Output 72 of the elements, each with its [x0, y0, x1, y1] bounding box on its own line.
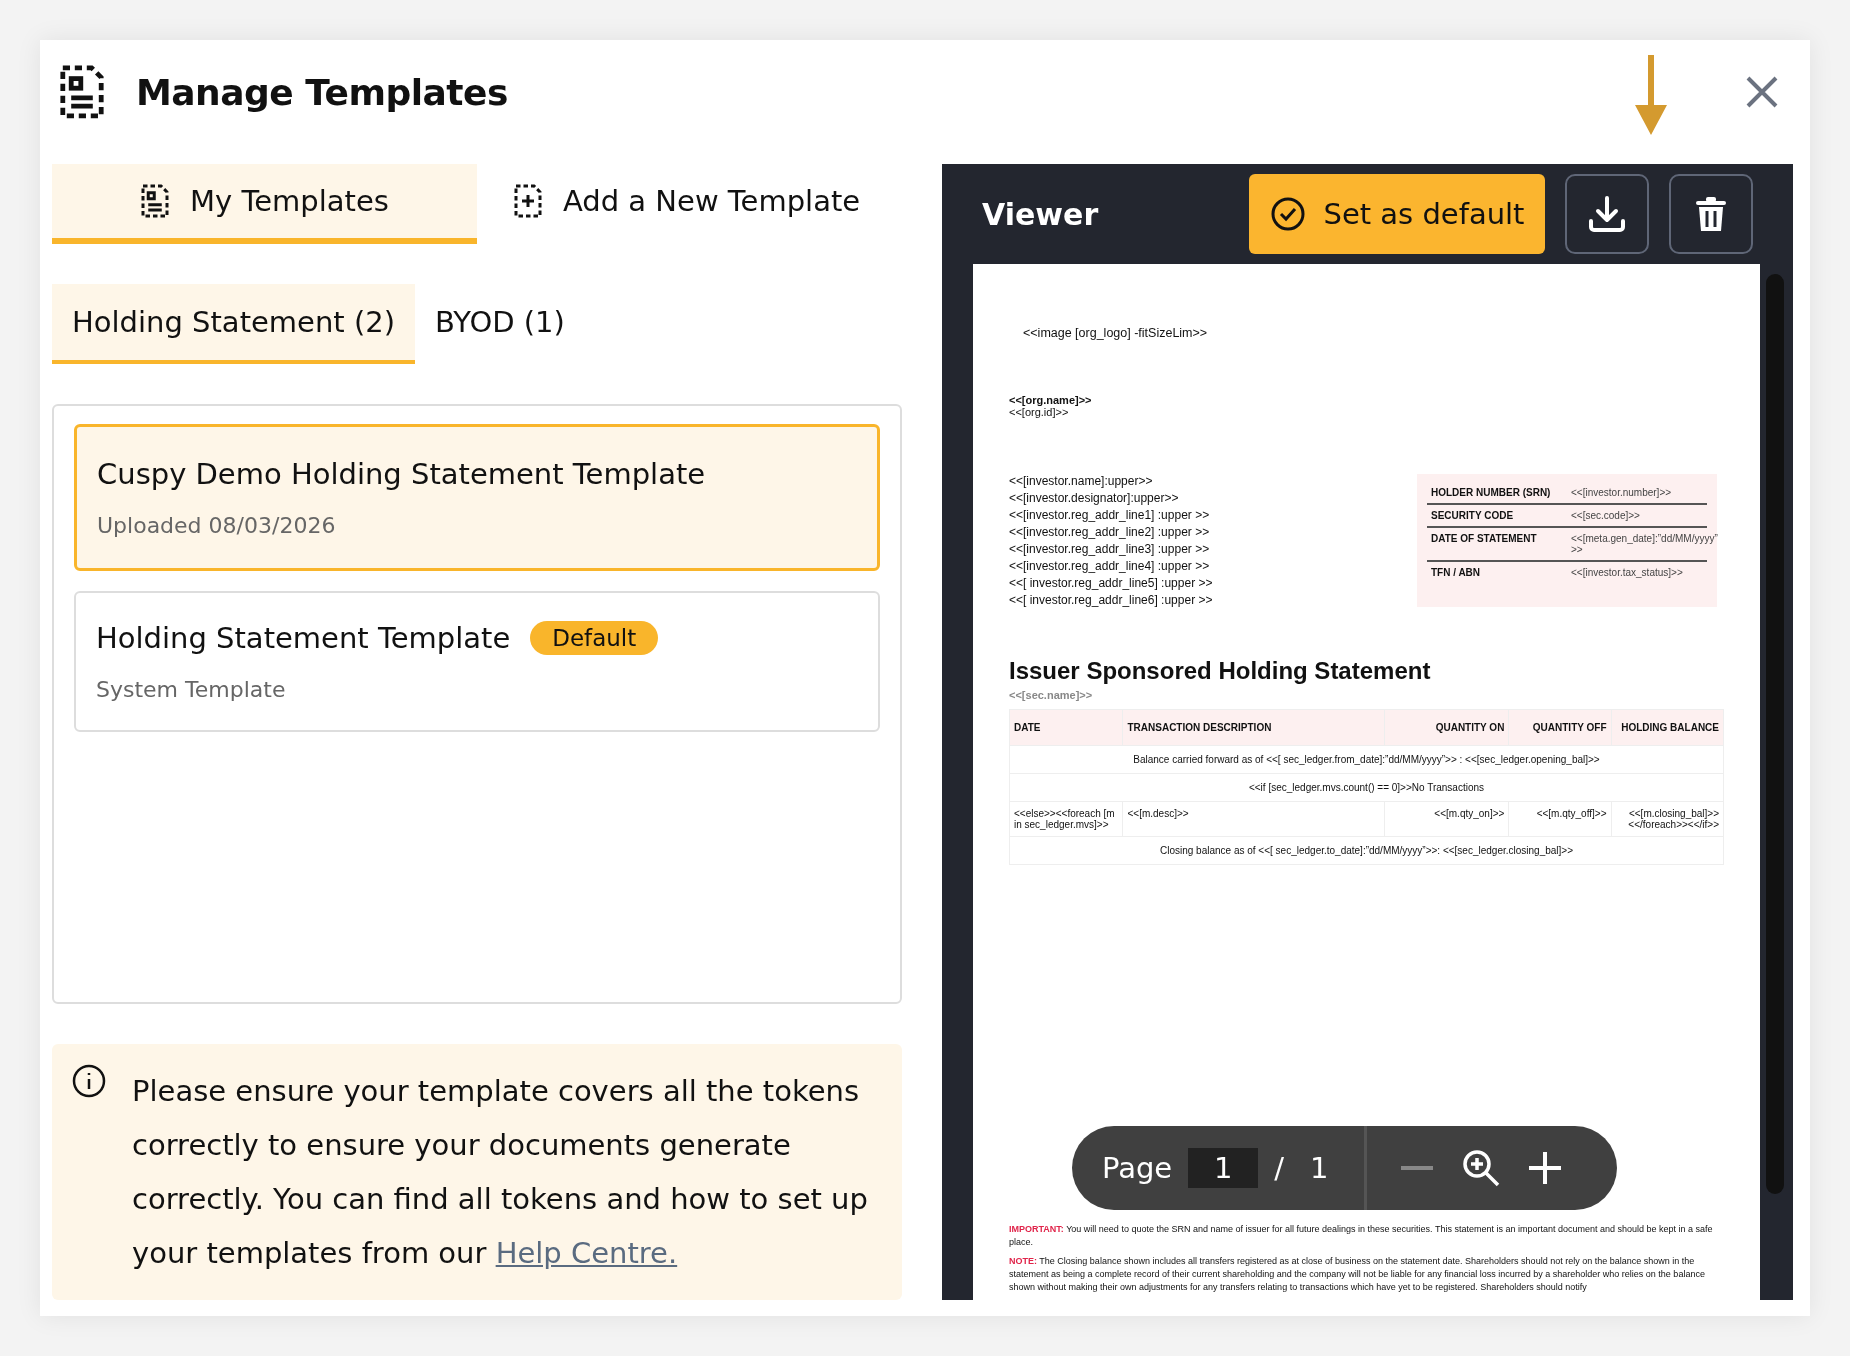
default-badge: Default	[530, 621, 659, 655]
add-file-icon	[513, 183, 543, 219]
page-input[interactable]: 1	[1188, 1148, 1259, 1188]
detail-value: <<[investor.tax_status]>>	[1571, 567, 1684, 578]
address-token: <<[investor.reg_addr_line1] :upper >>	[1009, 508, 1211, 522]
detail-label: HOLDER NUMBER (SRN)	[1431, 487, 1552, 498]
address-token: <<[investor.name]:upper>>	[1009, 474, 1154, 488]
info-icon	[72, 1064, 106, 1098]
minus-icon	[1401, 1166, 1434, 1170]
detail-value: <<[investor.number]>>	[1571, 487, 1673, 498]
page-label: Page	[1102, 1151, 1173, 1185]
template-subtitle: System Template	[96, 677, 287, 702]
org-id-token: <<[org.id]>>	[1009, 406, 1070, 418]
page-total: 1	[1309, 1151, 1330, 1185]
close-icon[interactable]	[1744, 74, 1780, 110]
document-icon	[58, 63, 106, 121]
dialog-title: Manage Templates	[136, 71, 508, 113]
column-header: QUANTITY OFF	[1508, 709, 1611, 746]
help-centre-link[interactable]: Help Centre.	[495, 1236, 678, 1270]
document-icon	[140, 183, 171, 219]
table-cell: <<if [sec_ledger.mvs.count() == 0]>>No Transactions	[1009, 773, 1724, 802]
column-header: QUANTITY ON	[1384, 709, 1509, 746]
tab[interactable]: My Templates	[52, 164, 477, 244]
template-name: Cuspy Demo Holding Statement Template	[97, 457, 706, 491]
tab[interactable]: Add a New Template	[477, 164, 897, 244]
column-header: HOLDING BALANCE	[1611, 709, 1724, 746]
template-subtitle: Uploaded 08/03/2026	[97, 513, 337, 538]
arrow-icon	[1633, 55, 1669, 135]
page-separator: /	[1274, 1151, 1284, 1185]
category-tab[interactable]: BYOD (1)	[415, 284, 585, 364]
viewer-title: Viewer	[982, 196, 1100, 232]
template-card[interactable]: Cuspy Demo Holding Statement Template Uploaded 08/03/2026	[74, 424, 880, 571]
delete-button[interactable]	[1669, 174, 1753, 254]
table-cell: Balance carried forward as of <<[ sec_ledger.from_date]:”dd/MM/yyyy”>> : <<[sec_ledger.opening_bal]>>	[1009, 745, 1724, 774]
table-cell: <<[m.qty_off]>>	[1508, 801, 1611, 837]
download-icon	[1588, 195, 1626, 233]
column-header: TRANSACTION DESCRIPTION	[1123, 709, 1385, 746]
detail-value: <<[meta.gen_date]:”dd/MM/yyyy” >>	[1571, 533, 1718, 555]
address-token: <<[ investor.reg_addr_line5] :upper >>	[1009, 576, 1213, 590]
tab-label: My Templates	[190, 184, 389, 218]
download-button[interactable]	[1565, 174, 1649, 254]
logo-token: <<image [org_logo] -fitSizeLim>>	[1023, 326, 1209, 340]
zoom-in-icon	[1461, 1148, 1502, 1188]
address-token: <<[investor.reg_addr_line4] :upper >>	[1009, 559, 1211, 573]
org-name-token: <<[org.name]>>	[1009, 394, 1093, 406]
trash-icon	[1695, 195, 1727, 233]
address-token: <<[investor.reg_addr_line3] :upper >>	[1009, 542, 1211, 556]
security-name-token: <<[sec.name]>>	[1009, 689, 1094, 701]
detail-label: TFN / ABN	[1431, 567, 1482, 578]
template-name: Holding Statement Template	[96, 621, 511, 655]
info-text: Please ensure your template covers all the tokens correctly to ensure your documents generate correctly. You can find all tokens and how to set up your templates from our Help Centre.	[132, 1073, 869, 1272]
table-cell: <<[m.closing_bal]>><</foreach>><</if>>	[1611, 801, 1724, 837]
address-token: <<[ investor.reg_addr_line6] :upper >>	[1009, 593, 1213, 607]
detail-label: DATE OF STATEMENT	[1431, 533, 1538, 546]
table-cell: Closing balance as of <<[ sec_ledger.to_date]:”dd/MM/yyyy”>>: <<[sec_ledger.closing_bal]>>	[1009, 836, 1724, 865]
detail-value: <<[sec.code]>>	[1571, 510, 1641, 521]
template-card[interactable]: Holding Statement Template Default System Template	[74, 591, 880, 732]
table-cell: <<[m.qty_on]>>	[1384, 801, 1509, 837]
set-default-button[interactable]: Set as default	[1249, 174, 1545, 254]
footnote: NOTE: The Closing balance shown includes all transfers registered as at close of business on the statement date. Shareholders should not rely on the balance shown in the statement as being a complete record of their current shareholding and the company will not be liable for any financial loss incurred by a shareholder who relies on the balance shown without making their own adjustments for any transfers relating to transactions which have yet to be registered. Shareholders should notify	[1009, 1255, 1706, 1294]
tab-label: Add a New Template	[563, 184, 861, 218]
table-cell: <<[m.desc]>>	[1123, 801, 1385, 837]
footnote: IMPORTANT: You will need to quote the SRN and name of issuer for all future dealings in these securities. This statement is an important document and should be kept in a safe place.	[1009, 1223, 1714, 1249]
check-circle-icon	[1269, 196, 1306, 232]
scrollbar[interactable]	[1766, 274, 1784, 1194]
table-cell: <<else>><<foreach [m in sec_ledger.mvs]>>	[1009, 801, 1123, 837]
address-token: <<[investor.designator]:upper>>	[1009, 491, 1180, 505]
statement-heading: Issuer Sponsored Holding Statement	[1009, 657, 1432, 685]
category-tab[interactable]: Holding Statement (2)	[52, 284, 415, 364]
column-header: DATE	[1009, 709, 1123, 746]
detail-label: SECURITY CODE	[1431, 510, 1515, 521]
address-token: <<[investor.reg_addr_line2] :upper >>	[1009, 525, 1211, 539]
